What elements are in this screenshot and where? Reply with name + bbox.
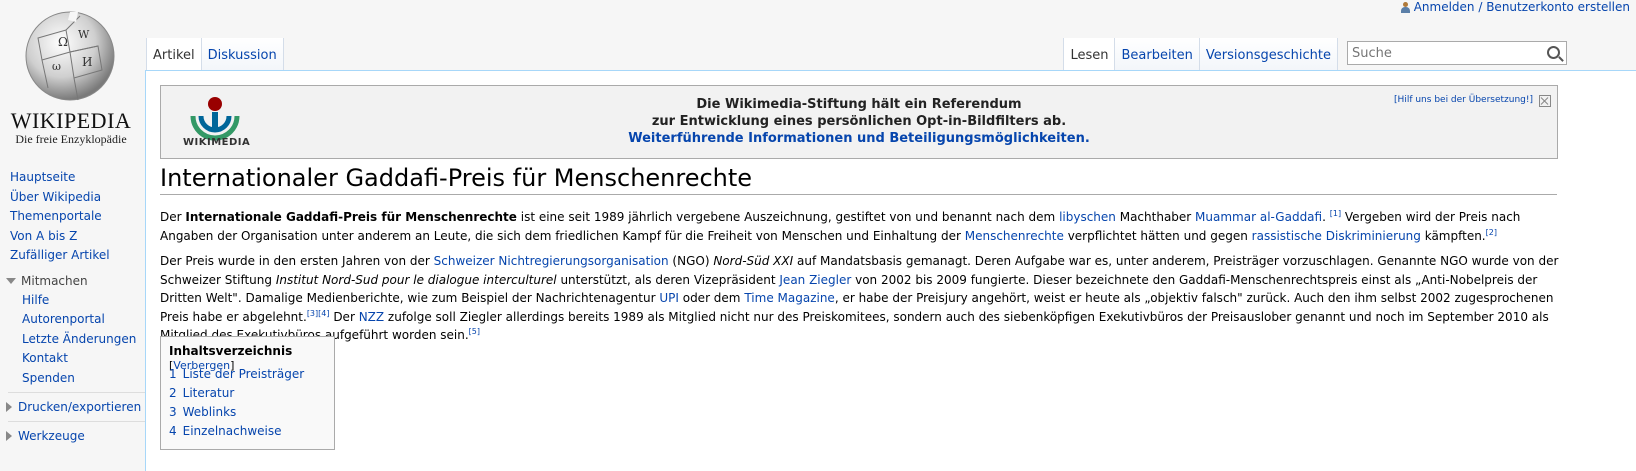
svg-text:Ω: Ω (58, 35, 68, 49)
sidebar-item-hauptseite[interactable]: Hauptseite (0, 168, 150, 188)
footnote-ref-3[interactable]: [3] (307, 309, 318, 318)
werkzeuge-toggle[interactable]: Werkzeuge (0, 426, 150, 446)
text: ist eine seit 1989 jährlich vergebene Au… (516, 210, 1060, 224)
sitenotice-banner: WIKIMEDIA Die Wikimedia-Stiftung hält ei… (160, 85, 1558, 159)
sidebar-item-letzte-aenderungen[interactable]: Letzte Änderungen (0, 330, 150, 350)
search-icon[interactable] (1547, 46, 1560, 59)
sidebar-divider (8, 421, 146, 422)
tab-artikel[interactable]: Artikel (146, 38, 202, 70)
link-upi[interactable]: UPI (659, 291, 679, 305)
toc-number: 3 (169, 405, 177, 419)
footnote-ref-2[interactable]: [2] (1486, 228, 1497, 237)
toc-number: 2 (169, 386, 177, 400)
werkzeuge-label: Werkzeuge (18, 429, 85, 443)
search-input[interactable] (1348, 44, 1544, 62)
wikipedia-logo[interactable]: Ω W И ω WIKIPEDIA Die freie Enzyklopädie (0, 0, 152, 160)
text: Der (160, 210, 186, 224)
link-schweizer-ngo[interactable]: Schweizer Nichtregierungsorganisation (434, 254, 669, 268)
login-link[interactable]: Anmelden / Benutzerkonto erstellen (1414, 0, 1630, 14)
link-time-magazine[interactable]: Time Magazine (744, 291, 834, 305)
logo-wordmark: WIKIPEDIA (10, 108, 132, 133)
link-libyschen[interactable]: libyschen (1059, 210, 1116, 224)
lemma-bold: Internationale Gaddafi-Preis für Mensche… (185, 210, 517, 224)
table-of-contents: Inhaltsverzeichnis [Verbergen] 1 Liste de… (160, 336, 335, 450)
chevron-right-icon (6, 431, 12, 441)
toc-item[interactable]: 3 Weblinks (169, 405, 236, 419)
link-menschenrechte[interactable]: Menschenrechte (965, 229, 1064, 243)
sidebar-item-kontakt[interactable]: Kontakt (0, 349, 150, 369)
toc-link[interactable]: Einzelnachweise (183, 424, 282, 438)
puzzle-globe-icon: Ω W И ω (25, 11, 115, 101)
sidebar-item-themenportale[interactable]: Themenportale (0, 207, 150, 227)
sidebar: Hauptseite Über Wikipedia Themenportale … (0, 168, 150, 446)
sidebar-item-von-a-bis-z[interactable]: Von A bis Z (0, 227, 150, 247)
tab-diskussion[interactable]: Diskussion (201, 38, 284, 70)
sidebar-item-spenden[interactable]: Spenden (0, 369, 150, 389)
tab-lesen[interactable]: Lesen (1063, 38, 1116, 70)
toc-item[interactable]: 1 Liste der Preisträger (169, 367, 304, 381)
sidebar-item-autorenportal[interactable]: Autorenportal (0, 310, 150, 330)
search-box (1347, 41, 1567, 65)
link-jean-ziegler[interactable]: Jean Ziegler (779, 273, 851, 287)
page-title: Internationaler Gaddafi-Preis für Mensch… (160, 163, 1557, 195)
toc-item[interactable]: 4 Einzelnachweise (169, 424, 282, 438)
text: . (1322, 210, 1330, 224)
article-paragraph-2: Der Preis wurde in den ersten Jahren von… (160, 252, 1560, 345)
banner-line-2: zur Entwicklung eines persönlichen Opt-i… (651, 114, 1067, 129)
svg-text:И: И (82, 55, 92, 69)
toc-item[interactable]: 2 Literatur (169, 386, 234, 400)
toc-link[interactable]: Liste der Preisträger (183, 367, 305, 381)
drucken-exportieren-toggle[interactable]: Drucken/exportieren (0, 397, 150, 417)
text: Machthaber (1115, 210, 1196, 224)
sidebar-item-hilfe[interactable]: Hilfe (0, 291, 150, 311)
chevron-down-icon (6, 277, 16, 284)
text: unterstützt, als deren Vizepräsident (556, 272, 780, 287)
toc-link[interactable]: Literatur (183, 386, 235, 400)
text: (NGO) (668, 254, 714, 268)
article-paragraph-1: Der Internationale Gaddafi-Preis für Men… (160, 208, 1560, 245)
sidebar-divider (8, 392, 146, 393)
svg-text:W: W (78, 28, 90, 41)
toc-number: 1 (169, 367, 177, 381)
svg-text:ω: ω (52, 60, 61, 73)
link-nzz[interactable]: NZZ (359, 310, 384, 324)
link-muammar-al-gaddafi[interactable]: Muammar al-Gaddafi (1195, 210, 1322, 224)
toc-title: Inhaltsverzeichnis (169, 344, 293, 358)
text: Der (329, 309, 359, 324)
tab-bearbeiten[interactable]: Bearbeiten (1115, 38, 1200, 70)
close-icon[interactable] (1539, 95, 1551, 107)
toc-link[interactable]: Weblinks (183, 405, 237, 419)
text: verpflichtet hätten und gegen (1063, 228, 1252, 243)
sidebar-item-ueber-wikipedia[interactable]: Über Wikipedia (0, 188, 150, 208)
italic-institut-nord-sud: Institut Nord-Sud pour le dialogue inter… (275, 272, 557, 287)
italic-nord-sued-xxi: Nord-Süd XXI (713, 254, 794, 268)
content-area: WIKIMEDIA Die Wikimedia-Stiftung hält ei… (145, 70, 1636, 471)
link-rassistische-diskriminierung[interactable]: rassistische Diskriminierung (1252, 229, 1421, 243)
toc-number: 4 (169, 424, 177, 438)
mitmachen-heading: Mitmachen (21, 273, 88, 288)
text: kämpften. (1420, 228, 1486, 243)
chevron-right-icon (6, 402, 12, 412)
text: Der Preis wurde in den ersten Jahren von… (160, 254, 434, 268)
view-tabs: Lesen Bearbeiten Versionsgeschichte (1063, 38, 1338, 70)
footnote-ref-5[interactable]: [5] (469, 327, 480, 336)
tab-versionsgeschichte[interactable]: Versionsgeschichte (1199, 38, 1338, 70)
personal-tools: Anmelden / Benutzerkonto erstellen (1400, 0, 1630, 14)
user-icon (1400, 1, 1410, 13)
banner-line-1: Die Wikimedia-Stiftung hält ein Referend… (696, 97, 1022, 112)
footnote-ref-4[interactable]: [4] (318, 309, 329, 318)
banner-info-link[interactable]: Weiterführende Informationen und Beteili… (161, 130, 1557, 147)
banner-translate-link[interactable]: [Hilf uns bei der Übersetzung!] (1394, 95, 1533, 105)
mitmachen-toggle[interactable]: Mitmachen (0, 271, 150, 291)
text: oder dem (678, 291, 745, 305)
logo-tagline: Die freie Enzyklopädie (15, 132, 127, 146)
sidebar-item-zufaelliger-artikel[interactable]: Zufälliger Artikel (0, 246, 150, 266)
footnote-ref-1[interactable]: [1] (1330, 209, 1341, 218)
namespace-tabs: Artikel Diskussion (146, 38, 284, 70)
drucken-exportieren-label: Drucken/exportieren (18, 400, 142, 414)
banner-message: Die Wikimedia-Stiftung hält ein Referend… (161, 96, 1557, 147)
